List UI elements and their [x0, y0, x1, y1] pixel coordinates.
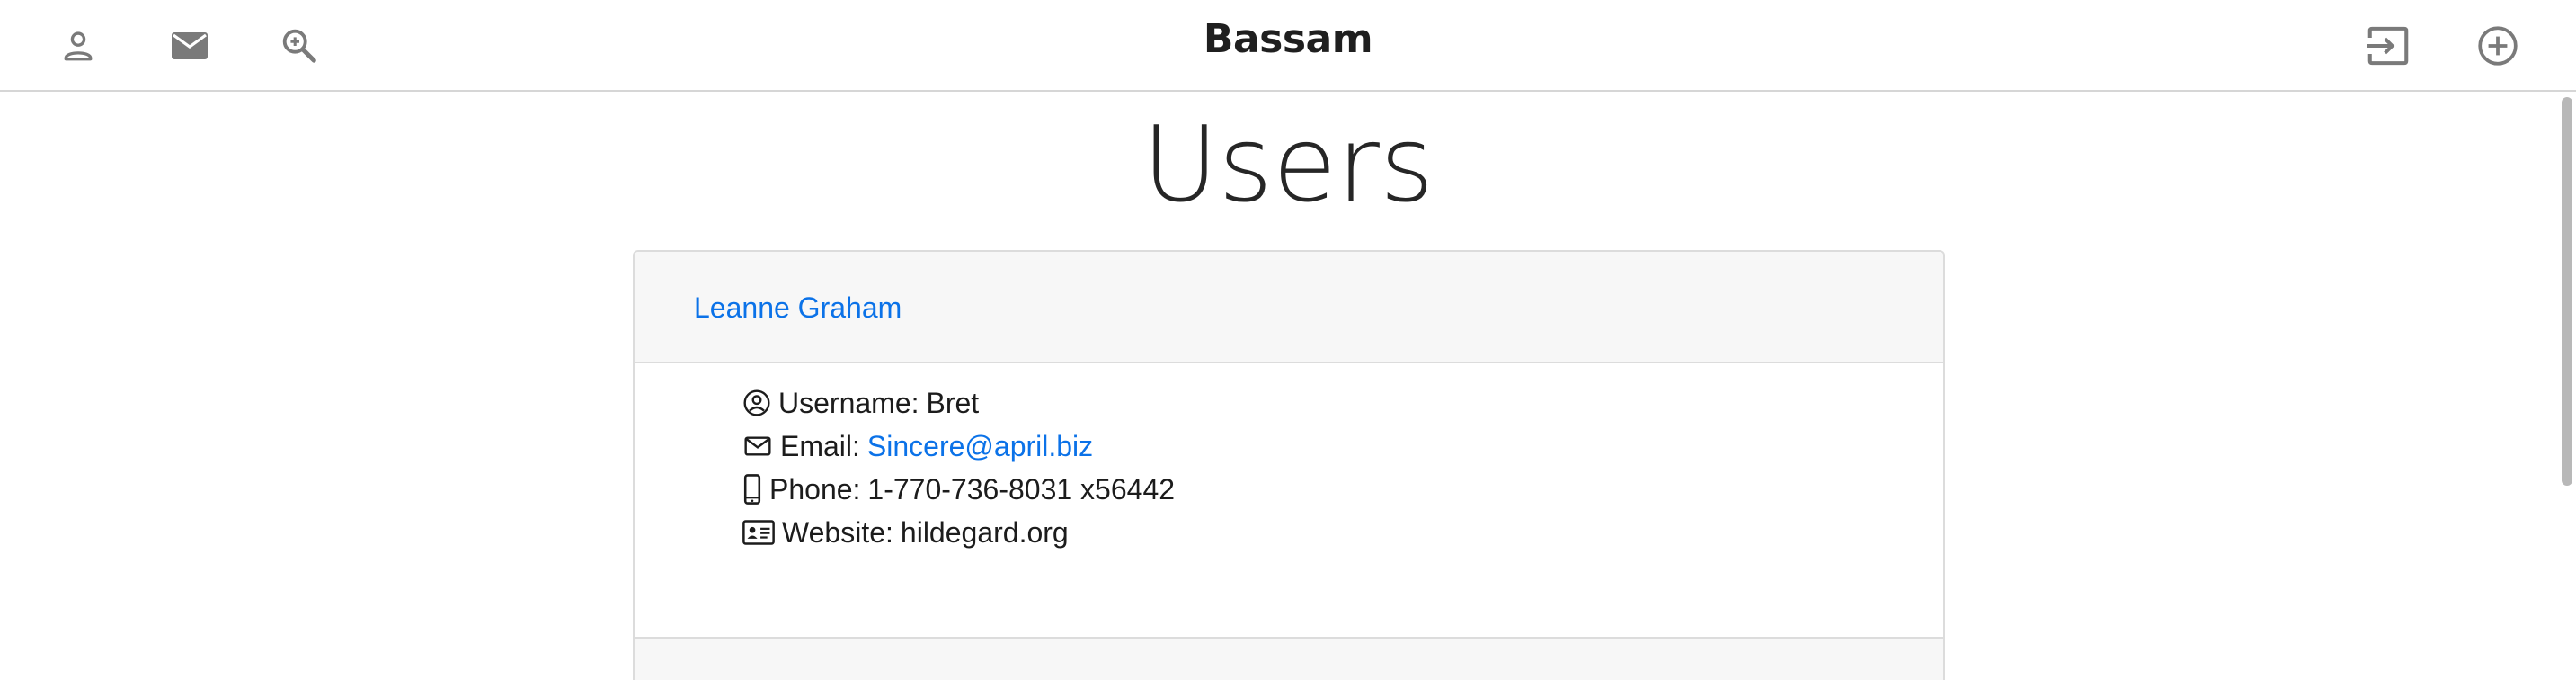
user-card-body: Username: Bret Email: Sincere@april.biz [635, 363, 1943, 639]
website-value: hildegard.org [900, 515, 1069, 549]
website-label: Website: [782, 515, 893, 549]
envelope-icon [742, 432, 773, 461]
username-row: Username: Bret [742, 383, 979, 423]
email-label: Email: [780, 429, 860, 462]
mobile-phone-icon [742, 474, 762, 505]
app-page: Bassam Users Leanne Graham Username: Bre… [0, 0, 2576, 680]
page-scrollbar[interactable] [2554, 92, 2576, 680]
user-circle-icon [742, 389, 771, 417]
user-name-link[interactable]: Leanne Graham [694, 291, 902, 325]
username-value: Bret [926, 386, 980, 419]
phone-label: Phone: [769, 472, 861, 506]
phone-row: Phone: 1-770-736-8031 x56442 [742, 470, 1175, 509]
website-row: Website: hildegard.org [742, 513, 1069, 552]
user-card-header: Leanne Graham [635, 252, 1943, 363]
email-row: Email: Sincere@april.biz [742, 426, 1093, 466]
email-link[interactable]: Sincere@april.biz [867, 430, 1093, 463]
next-user-card-header [635, 639, 1943, 680]
login-icon[interactable] [2362, 20, 2414, 72]
phone-value: 1-770-736-8031 x56442 [867, 472, 1176, 506]
top-navbar: Bassam [0, 0, 2576, 92]
page-title: Users [1141, 104, 1435, 226]
brand-title: Bassam [1203, 16, 1373, 62]
id-card-icon [742, 518, 775, 547]
add-circle-icon[interactable] [2472, 20, 2524, 72]
user-card: Leanne Graham Username: Bret Email: Sinc… [633, 250, 1945, 680]
scrollbar-thumb[interactable] [2562, 97, 2572, 486]
username-label: Username: [778, 386, 919, 419]
